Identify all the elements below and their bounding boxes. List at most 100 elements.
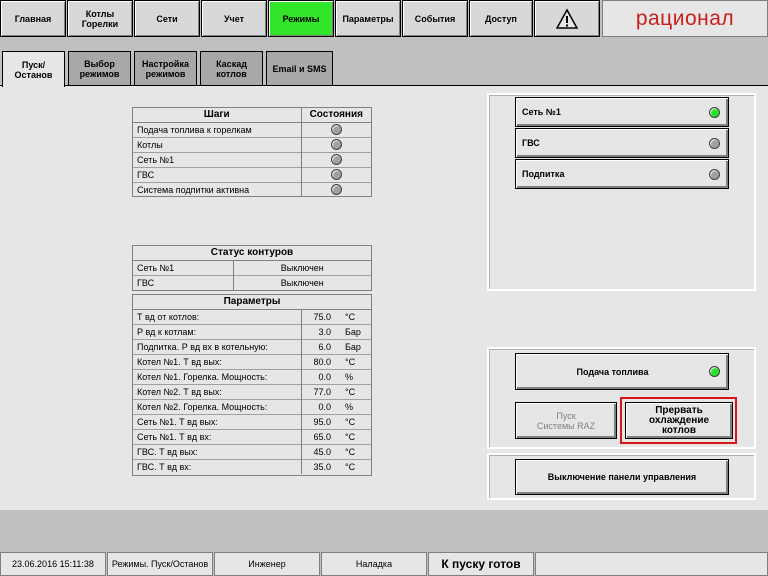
step-state-lamp [330,184,342,196]
table-row: Система подпитки активна [133,181,371,197]
circuits-status-table: Статус контуров Сеть №1 Выключен ГВС Вык… [132,245,372,291]
warning-icon [556,7,578,29]
net1-status-lamp [709,106,720,118]
table-row: Подпитка. Р вд вх в котельную: 6.0 Бар [133,338,371,354]
param-name: ГВС. Т вд вх: [133,458,301,474]
alarm-button[interactable] [534,0,600,37]
tab-email-sms[interactable]: Email и SMS [266,51,333,85]
param-name: Сеть №1. Т вд вх: [133,428,301,444]
fuel-supply-label: Подача топлива [576,366,649,377]
step-label: Сеть №1 [133,151,301,167]
panel-off-button[interactable]: Выключение панели управления [515,459,729,495]
step-state-lamp [330,169,342,181]
param-unit: °C [341,443,371,459]
hot-water-label: ГВС [522,138,540,148]
nav-events-button[interactable]: События [402,0,468,37]
status-screen: Режимы. Пуск/Останов [107,552,213,576]
hot-water-button[interactable]: ГВС [515,128,729,158]
tab-mode-setup[interactable]: Настройка режимов [134,51,197,85]
table-row: Подача топлива к горелкам [133,121,371,137]
param-name: Р вд к котлам: [133,323,301,339]
fuel-supply-button[interactable]: Подача топлива [515,353,729,390]
makeup-status-lamp [709,168,720,180]
stop-cooling-button[interactable]: Прервать охлаждение котлов [625,402,733,439]
nav-boilers-button[interactable]: Котлы Горелки [67,0,133,37]
nav-parameters-button[interactable]: Параметры [335,0,401,37]
param-name: Сеть №1. Т вд вых: [133,413,301,429]
makeup-button[interactable]: Подпитка [515,159,729,189]
param-value: 80.0 [300,353,341,369]
status-datetime: 23.06.2016 15:11:38 [0,552,106,576]
param-value: 75.0 [300,308,341,324]
param-value: 95.0 [300,413,341,429]
circuit-status: Выключен [232,274,371,290]
states-header: Состояния [300,108,371,123]
param-unit: °C [341,458,371,474]
step-label: Подача топлива к горелкам [133,121,301,137]
param-value: 65.0 [300,428,341,444]
param-value: 0.0 [300,368,341,384]
net1-button[interactable]: Сеть №1 [515,97,729,127]
param-value: 3.0 [300,323,341,339]
param-name: ГВС. Т вд вых: [133,443,301,459]
steps-header: Шаги [133,108,301,123]
table-row: ГВС. Т вд вых: 45.0 °C [133,443,371,459]
nav-access-button[interactable]: Доступ [469,0,533,37]
makeup-label: Подпитка [522,169,565,179]
table-row: Котел №2. Т вд вых: 77.0 °C [133,383,371,399]
table-row: Сеть №1. Т вд вых: 95.0 °C [133,413,371,429]
param-unit: °C [341,428,371,444]
tab-mode-select[interactable]: Выбор режимов [68,51,131,85]
param-unit: °C [341,413,371,429]
nav-networks-button[interactable]: Сети [134,0,200,37]
table-row: Сеть №1 Выключен [133,259,371,275]
param-name: Котел №1. Горелка. Мощность: [133,368,301,384]
step-state-lamp [330,124,342,136]
fuel-supply-status-lamp [709,366,720,377]
steps-table: Шаги Состояния Подача топлива к горелкам… [132,107,372,197]
param-unit: °C [341,308,371,324]
status-state: К пуску готов [428,552,534,576]
param-value: 0.0 [300,398,341,414]
nav-accounting-button[interactable]: Учет [201,0,267,37]
table-row: Т вд от котлов: 75.0 °C [133,308,371,324]
nav-modes-button[interactable]: Режимы [268,0,334,37]
status-bar: 23.06.2016 15:11:38 Режимы. Пуск/Останов… [0,552,768,576]
table-row: Р вд к котлам: 3.0 Бар [133,323,371,339]
nav-home-button[interactable]: Главная [0,0,66,37]
table-row: Сеть №1 [133,151,371,167]
circuit-name: ГВС [133,274,233,290]
param-value: 6.0 [300,338,341,354]
tab-start-stop[interactable]: Пуск/Останов [2,51,65,87]
param-unit: °C [341,353,371,369]
parameters-title: Параметры [133,295,371,310]
status-empty [535,552,768,576]
brand-logo: рационал [602,0,768,37]
table-row: Сеть №1. Т вд вх: 65.0 °C [133,428,371,444]
param-unit: % [341,368,371,384]
param-unit: Бар [341,338,371,354]
param-name: Т вд от котлов: [133,308,301,324]
param-unit: °C [341,383,371,399]
net1-label: Сеть №1 [522,107,561,117]
step-label: Система подпитки активна [133,181,301,197]
status-mode: Наладка [321,552,427,576]
param-name: Котел №2. Горелка. Мощность: [133,398,301,414]
circuit-name: Сеть №1 [133,259,233,275]
step-label: Котлы [133,136,301,152]
param-unit: Бар [341,323,371,339]
param-unit: % [341,398,371,414]
param-name: Котел №1. Т вд вых: [133,353,301,369]
circuits-title: Статус контуров [133,246,371,261]
step-label: ГВС [133,166,301,182]
step-state-lamp [330,139,342,151]
param-name: Подпитка. Р вд вх в котельную: [133,338,301,354]
hot-water-status-lamp [709,137,720,149]
tab-boiler-cascade[interactable]: Каскад котлов [200,51,263,85]
status-user: Инженер [214,552,320,576]
top-nav: Главная Котлы Горелки Сети Учет Режимы П… [0,0,768,38]
table-row: Котлы [133,136,371,152]
start-raz-button[interactable]: Пуск Системы RAZ [515,402,617,439]
table-row: ГВС Выключен [133,274,371,290]
param-value: 77.0 [300,383,341,399]
